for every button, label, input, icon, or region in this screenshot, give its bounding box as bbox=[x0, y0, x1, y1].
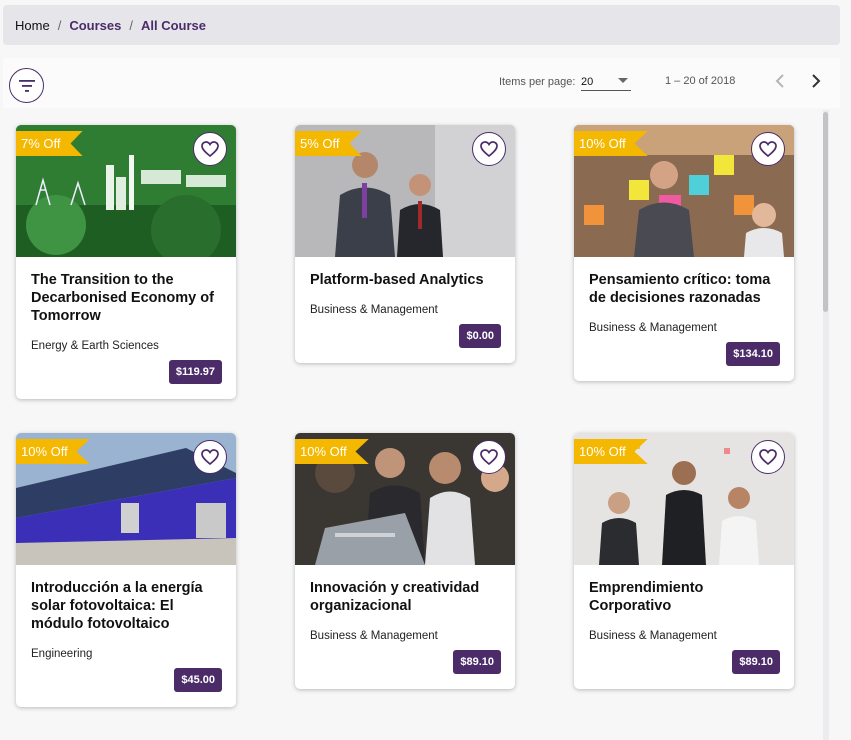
scrollbar-thumb[interactable] bbox=[823, 112, 828, 312]
course-image: 10% Off bbox=[16, 433, 236, 565]
pagination-range: 1 – 20 of 2018 bbox=[665, 75, 736, 87]
course-card[interactable]: 10% Off Introducción a la energía solar … bbox=[16, 433, 236, 707]
course-image: 10% Off bbox=[574, 433, 794, 565]
favorite-button[interactable] bbox=[472, 440, 506, 474]
items-per-page-label: Items per page: bbox=[499, 76, 576, 88]
course-image: 10% Off bbox=[574, 125, 794, 257]
breadcrumb-separator: / bbox=[57, 17, 62, 33]
heart-icon bbox=[480, 449, 498, 465]
price-badge: $134.10 bbox=[726, 342, 780, 366]
price-badge: $45.00 bbox=[174, 668, 222, 692]
course-category: Business & Management bbox=[310, 630, 438, 642]
breadcrumb-separator: / bbox=[129, 17, 133, 33]
course-card[interactable]: 10% Off Innovación y creatividad organiz… bbox=[295, 433, 515, 689]
course-image: 5% Off bbox=[295, 125, 515, 257]
course-title[interactable]: Platform-based Analytics bbox=[310, 271, 501, 289]
filter-icon bbox=[18, 79, 35, 92]
favorite-button[interactable] bbox=[751, 132, 785, 166]
filter-button[interactable] bbox=[9, 68, 44, 103]
course-title[interactable]: Emprendimiento Corporativo bbox=[589, 579, 780, 615]
previous-page-button[interactable] bbox=[767, 68, 793, 94]
course-card[interactable]: 10% Off Pensamiento crítico: toma de dec… bbox=[574, 125, 794, 381]
course-category: Engineering bbox=[31, 648, 93, 660]
course-category: Business & Management bbox=[310, 304, 438, 316]
price-badge: $0.00 bbox=[459, 324, 501, 348]
course-title[interactable]: Innovación y creatividad organizacional bbox=[310, 579, 501, 615]
breadcrumb-current[interactable]: All Course bbox=[141, 18, 206, 33]
price-badge: $119.97 bbox=[168, 360, 222, 384]
course-image: 7% Off bbox=[16, 125, 236, 257]
course-category: Energy & Earth Sciences bbox=[31, 340, 159, 352]
heart-icon bbox=[759, 141, 777, 157]
favorite-button[interactable] bbox=[751, 440, 785, 474]
price-badge: $89.10 bbox=[732, 650, 780, 674]
items-per-page-value: 20 bbox=[581, 76, 594, 88]
course-title[interactable]: The Transition to the Decarbonised Econo… bbox=[31, 271, 222, 325]
chevron-left-icon bbox=[775, 74, 784, 88]
heart-icon bbox=[480, 141, 498, 157]
course-category: Business & Management bbox=[589, 322, 717, 334]
price-badge: $89.10 bbox=[453, 650, 501, 674]
breadcrumb-courses[interactable]: Courses bbox=[69, 18, 121, 33]
course-card[interactable]: 5% Off Platform-based Analytics Business… bbox=[295, 125, 515, 363]
chevron-right-icon bbox=[812, 74, 821, 88]
list-toolbar: Items per page: 20 1 – 20 of 2018 bbox=[3, 58, 840, 108]
favorite-button[interactable] bbox=[193, 440, 227, 474]
course-card[interactable]: 7% Off The Transition to the Decarbonise… bbox=[16, 125, 236, 399]
course-image: 10% Off bbox=[295, 433, 515, 565]
heart-icon bbox=[201, 449, 219, 465]
favorite-button[interactable] bbox=[193, 132, 227, 166]
favorite-button[interactable] bbox=[472, 132, 506, 166]
caret-down-icon bbox=[618, 78, 628, 83]
course-category: Business & Management bbox=[589, 630, 717, 642]
items-per-page-select[interactable]: 20 bbox=[581, 73, 631, 91]
heart-icon bbox=[759, 449, 777, 465]
heart-icon bbox=[201, 141, 219, 157]
course-title[interactable]: Introducción a la energía solar fotovolt… bbox=[31, 579, 222, 633]
course-title[interactable]: Pensamiento crítico: toma de decisiones … bbox=[589, 271, 780, 307]
breadcrumb-home[interactable]: Home bbox=[15, 18, 50, 33]
next-page-button[interactable] bbox=[803, 68, 829, 94]
course-card[interactable]: 10% Off Emprendimiento Corporativo Busin… bbox=[574, 433, 794, 689]
breadcrumb: Home / Courses / All Course bbox=[3, 5, 840, 45]
